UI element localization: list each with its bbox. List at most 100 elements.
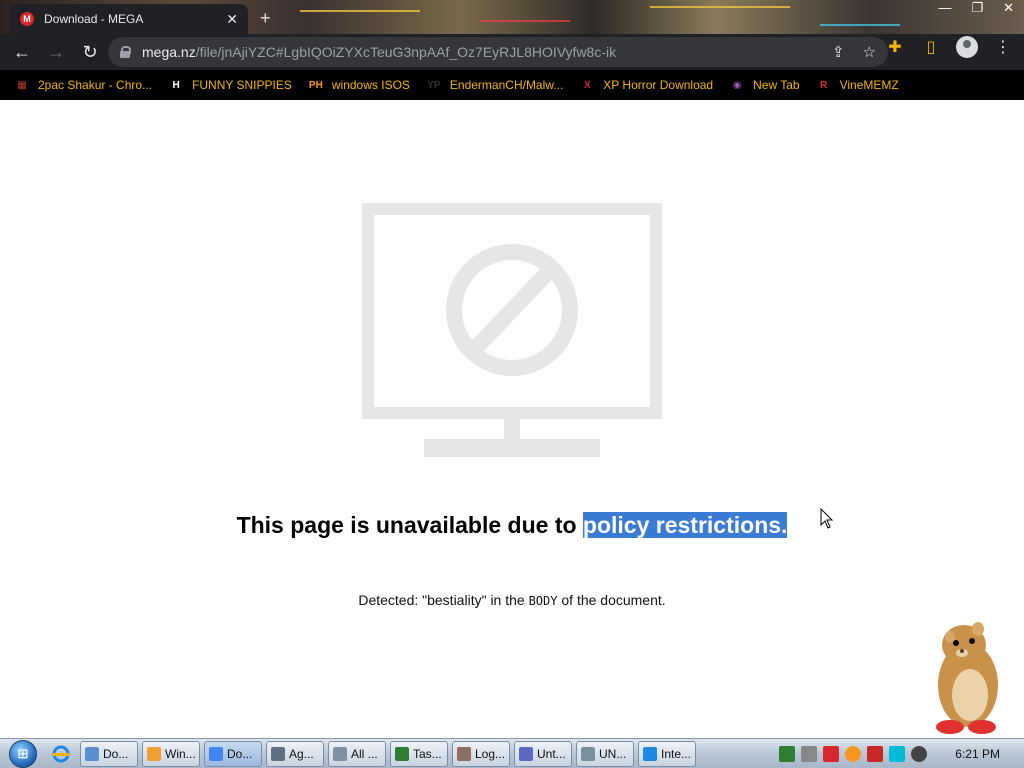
windows-taskbar: ⊞ Do... Win... Do... Ag... All ... Tas... Log.… — [0, 738, 1024, 768]
taskbar-button-label: All ... — [351, 746, 378, 761]
side-panel-icon[interactable]: ▯ — [920, 37, 942, 57]
tray-disc-icon[interactable] — [911, 746, 928, 762]
profile-avatar[interactable] — [956, 36, 978, 58]
taskbar-buttons: Do... Win... Do... Ag... All ... Tas... Log...… — [80, 740, 700, 767]
address-bar[interactable]: mega.nz /file/jnAjiYZC#LgbIQOiZYXcTeuG3n… — [108, 37, 888, 67]
back-button[interactable]: ← — [6, 36, 38, 68]
windows-orb-icon: ⊞ — [9, 739, 37, 768]
taskbar-button-label: Tas... — [413, 746, 442, 761]
app-icon — [519, 746, 533, 761]
tray-flag-icon[interactable] — [867, 746, 884, 762]
bookmark-label: windows ISOS — [331, 78, 410, 92]
app-icon — [643, 746, 657, 761]
taskbar-button-label: Log... — [475, 746, 506, 761]
start-button[interactable]: ⊞ — [0, 739, 46, 768]
bookmark-label: EndermanCH/Malw... — [449, 78, 564, 92]
taskbar-button-label: Ag... — [289, 746, 314, 761]
mega-icon: M — [20, 12, 34, 26]
detection-message: Detected: "bestiality" in the BODY of th… — [0, 592, 1024, 608]
taskbar-button[interactable]: Tas... — [390, 740, 448, 767]
taskbar-button-label: Do... — [103, 746, 129, 761]
restore-button[interactable]: ❐ — [971, 0, 983, 16]
taskbar-button[interactable]: Do... — [204, 740, 262, 767]
lock-icon — [120, 46, 131, 58]
close-window-button[interactable]: ✕ — [1003, 0, 1014, 16]
window-controls: — ❐ ✕ — [938, 0, 1014, 16]
taskbar-button[interactable]: Log... — [452, 740, 510, 767]
app-icon — [457, 746, 471, 761]
tray-monitor-icon[interactable] — [889, 746, 906, 762]
bookmark-item[interactable]: R VineMEMZ — [816, 77, 899, 93]
ie-quicklaunch-icon[interactable] — [46, 741, 76, 767]
tab-close-icon[interactable]: ✕ — [226, 11, 238, 28]
app-icon — [333, 746, 347, 761]
tray-search-icon[interactable] — [845, 746, 862, 762]
tab-title: Download - MEGA — [44, 12, 144, 26]
taskbar-button[interactable]: UN... — [576, 740, 634, 767]
browser-tab-strip: M Download - MEGA ✕ + — ❐ ✕ — [0, 0, 1024, 34]
taskbar-button[interactable]: Ag... — [266, 740, 324, 767]
bookmark-item[interactable]: YP EndermanCH/Malw... — [426, 77, 563, 93]
app-icon — [395, 746, 409, 761]
mouse-cursor-icon — [820, 508, 834, 529]
taskbar-button-label: Inte... — [661, 746, 692, 761]
tray-globe-icon[interactable] — [779, 746, 796, 762]
folder-icon: ▦ — [17, 79, 27, 91]
taskbar-button[interactable]: All ... — [328, 740, 386, 767]
ph-icon: PH — [308, 79, 323, 91]
tray-v-icon[interactable] — [823, 746, 840, 762]
taskbar-button-label: Unt... — [537, 746, 566, 761]
headline-text: This page is unavailable due to — [236, 512, 583, 538]
bookmark-item[interactable]: PH windows ISOS — [308, 77, 410, 93]
page-headline: This page is unavailable due to policy r… — [0, 512, 1024, 539]
yp-icon: YP — [427, 79, 441, 91]
blocked-monitor-icon — [362, 203, 662, 457]
bookmark-item[interactable]: ▦ 2pac Shakur - Chro... — [14, 77, 152, 93]
detected-code: BODY — [528, 594, 558, 608]
app-icon — [581, 746, 595, 761]
detected-prefix: Detected: "bestiality" in the — [358, 592, 529, 608]
bookmark-label: FUNNY SNIPPIES — [192, 78, 292, 92]
hamster-desktop-pet — [936, 622, 998, 734]
taskbar-button-label: Win... — [165, 746, 196, 761]
bookmark-star-icon[interactable]: ☆ — [863, 43, 876, 61]
url-host: mega.nz — [142, 44, 196, 60]
detected-suffix: of the document. — [557, 592, 666, 608]
page-content: This page is unavailable due to policy r… — [0, 100, 1024, 738]
taskbar-clock[interactable]: 6:21 PM — [955, 747, 1000, 761]
bookmark-label: 2pac Shakur - Chro... — [38, 78, 153, 92]
x-icon: X — [583, 79, 591, 91]
globe-icon: ◉ — [732, 79, 742, 91]
screen: M Download - MEGA ✕ + — ❐ ✕ ← → ↻ mega.n… — [0, 0, 1024, 768]
tray-network-icon[interactable] — [801, 746, 818, 762]
tab-mega-download[interactable]: M Download - MEGA ✕ — [10, 4, 248, 34]
menu-kebab-icon[interactable]: ⋮ — [992, 37, 1014, 57]
share-icon[interactable]: ⇪ — [832, 43, 845, 61]
bookmark-label: VineMEMZ — [839, 78, 899, 92]
system-tray: 6:21 PM — [779, 739, 1024, 768]
r-icon: R — [819, 79, 828, 91]
app-icon — [271, 746, 285, 761]
reload-button[interactable]: ↻ — [74, 36, 106, 68]
url-path: /file/jnAjiYZC#LgbIQOiZYXcTeuG3npAAf_Oz7… — [195, 44, 617, 60]
browser-toolbar: ← → ↻ mega.nz /file/jnAjiYZC#LgbIQOiZYXc… — [0, 34, 1024, 70]
headline-selected-text: policy restrictions. — [582, 512, 788, 538]
taskbar-button-label: Do... — [227, 746, 253, 761]
bookmark-label: XP Horror Download — [603, 78, 714, 92]
taskbar-button[interactable]: Inte... — [638, 740, 696, 767]
minimize-button[interactable]: — — [938, 0, 951, 16]
app-icon — [209, 746, 223, 761]
h-icon: H — [172, 79, 180, 91]
taskbar-button[interactable]: Win... — [142, 740, 200, 767]
bookmark-item[interactable]: X XP Horror Download — [579, 77, 713, 93]
taskbar-button-label: UN... — [599, 746, 627, 761]
forward-button[interactable]: → — [40, 36, 72, 68]
taskbar-button[interactable]: Do... — [80, 740, 138, 767]
extensions-puzzle-icon[interactable]: ✚ — [884, 37, 906, 57]
bookmark-item[interactable]: H FUNNY SNIPPIES — [168, 77, 292, 93]
app-icon — [147, 746, 161, 761]
new-tab-button[interactable]: + — [260, 8, 271, 29]
bookmark-item[interactable]: ◉ New Tab — [729, 77, 800, 93]
taskbar-button[interactable]: Unt... — [514, 740, 572, 767]
app-icon — [85, 746, 99, 761]
